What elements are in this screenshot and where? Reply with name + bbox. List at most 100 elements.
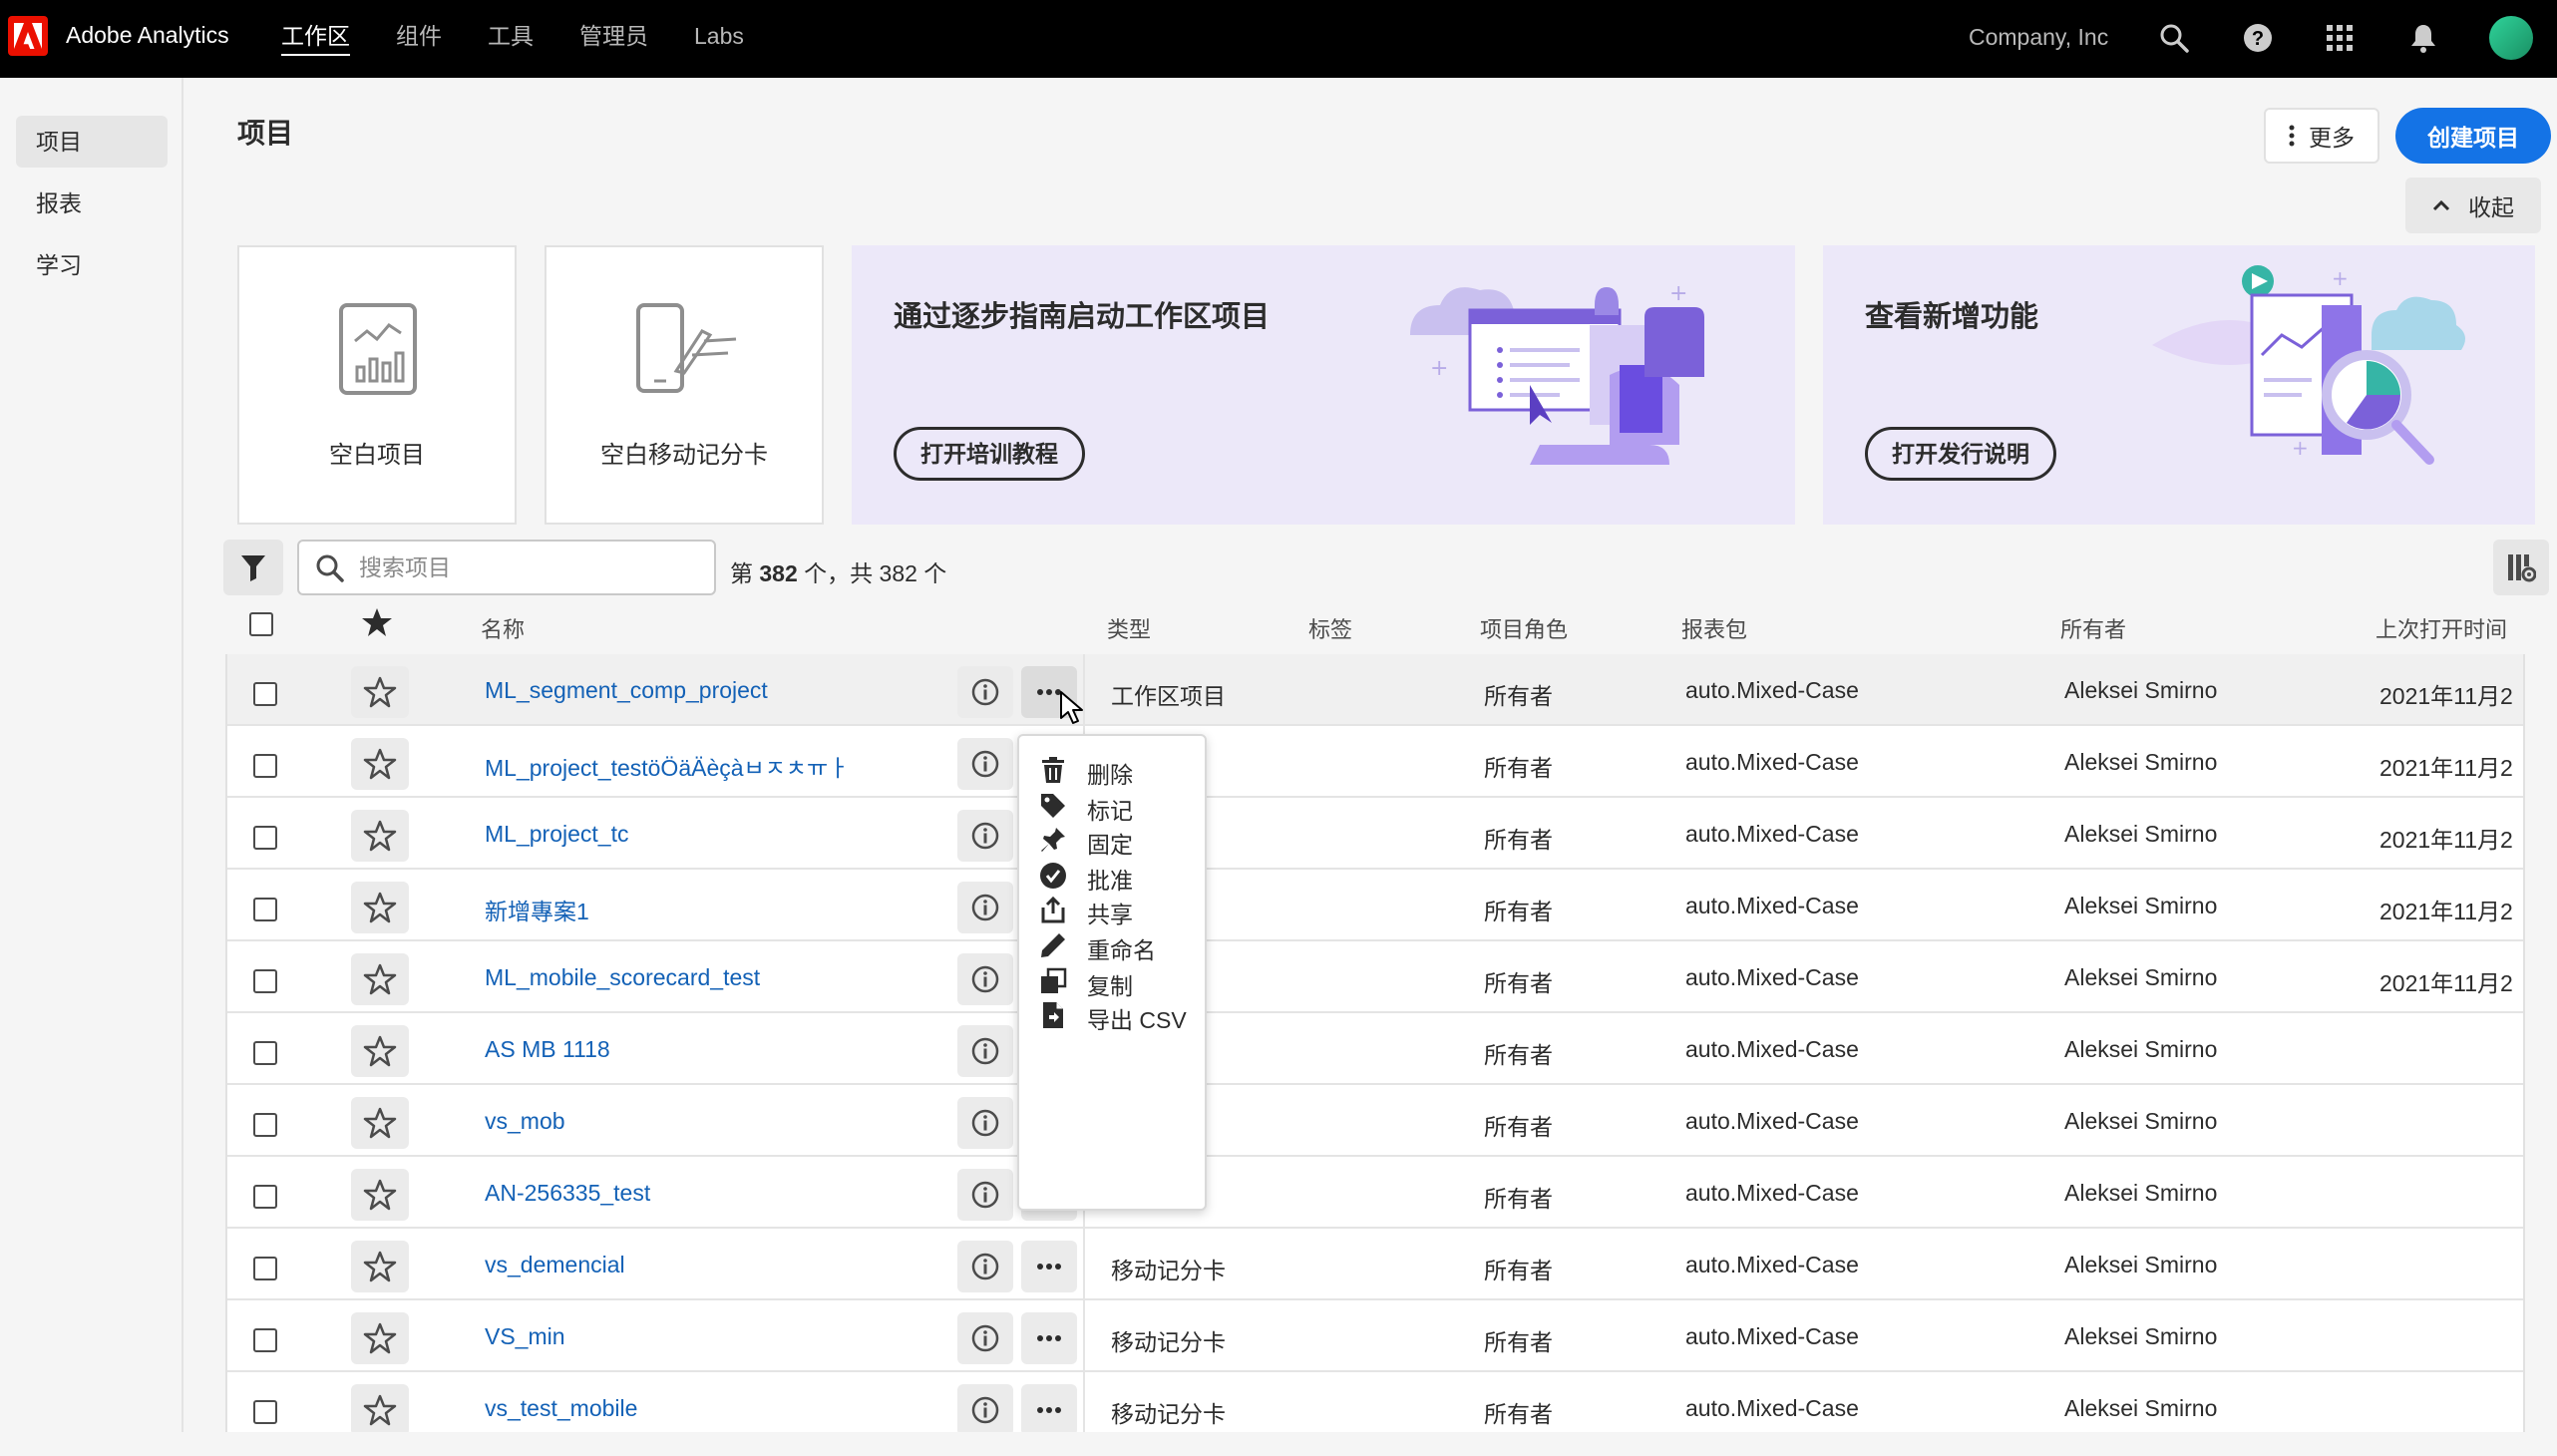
project-name-link[interactable]: vs_demencial	[485, 1252, 625, 1278]
favorite-button[interactable]	[351, 1025, 409, 1077]
col-header-report-suite[interactable]: 报表包	[1681, 612, 1747, 644]
favorite-button[interactable]	[351, 882, 409, 933]
project-name-link[interactable]: ML_segment_comp_project	[485, 677, 768, 704]
table-row[interactable]: ML_project_testöÖäÄèçàㅂㅈㅊㅠㅏ 目 所有者 auto.M…	[227, 726, 2523, 798]
table-row[interactable]: ML_segment_comp_project 工作区项目 所有者 auto.M…	[227, 654, 2523, 726]
select-all-checkbox[interactable]	[249, 612, 273, 636]
row-checkbox[interactable]	[253, 1185, 277, 1209]
row-checkbox[interactable]	[253, 1400, 277, 1424]
adobe-logo-icon[interactable]	[8, 16, 48, 56]
nav-labs[interactable]: Labs	[694, 0, 744, 78]
row-actions-button[interactable]	[1021, 1241, 1077, 1292]
blank-project-card[interactable]: 空白项目	[237, 245, 517, 525]
open-tutorial-button[interactable]: 打开培训教程	[894, 427, 1085, 481]
nav-workspace[interactable]: 工作区	[281, 0, 350, 78]
favorite-button[interactable]	[351, 810, 409, 862]
user-avatar[interactable]	[2489, 16, 2533, 60]
role-cell: 所有者	[1484, 683, 1553, 709]
star-outline-icon	[363, 1107, 397, 1139]
favorite-button[interactable]	[351, 1097, 409, 1149]
project-name-link[interactable]: ML_mobile_scorecard_test	[485, 964, 760, 991]
row-checkbox[interactable]	[253, 826, 277, 850]
favorite-button[interactable]	[351, 1169, 409, 1221]
info-button[interactable]	[957, 882, 1013, 933]
row-checkbox[interactable]	[253, 1257, 277, 1280]
row-actions-button[interactable]	[1021, 1384, 1077, 1432]
col-header-role[interactable]: 项目角色	[1480, 612, 1568, 644]
favorite-button[interactable]	[351, 953, 409, 1005]
info-button[interactable]	[957, 738, 1013, 790]
column-settings-button[interactable]	[2493, 540, 2549, 595]
info-button[interactable]	[957, 953, 1013, 1005]
company-switcher[interactable]: Company, Inc	[1969, 24, 2108, 51]
sidebar-item-reports[interactable]: 报表	[16, 178, 168, 229]
open-release-notes-button[interactable]: 打开发行说明	[1865, 427, 2056, 481]
sidebar-item-projects[interactable]: 项目	[16, 116, 168, 168]
filter-button[interactable]	[223, 540, 283, 595]
nav-components[interactable]: 组件	[396, 0, 442, 78]
favorite-button[interactable]	[351, 666, 409, 718]
table-row[interactable]: AN-256335_test 卡 所有者 auto.Mixed-Case Ale…	[227, 1157, 2523, 1229]
info-button[interactable]	[957, 1097, 1013, 1149]
info-button[interactable]	[957, 1025, 1013, 1077]
favorite-button[interactable]	[351, 1241, 409, 1292]
project-name-link[interactable]: vs_test_mobile	[485, 1395, 637, 1422]
info-button[interactable]	[957, 810, 1013, 862]
row-checkbox[interactable]	[253, 682, 277, 706]
row-checkbox[interactable]	[253, 754, 277, 778]
blank-project-icon	[339, 303, 417, 395]
row-checkbox[interactable]	[253, 1113, 277, 1137]
owner-cell: Aleksei Smirno	[2064, 964, 2218, 990]
project-name-link[interactable]: ML_project_testöÖäÄèçàㅂㅈㅊㅠㅏ	[485, 749, 849, 783]
table-row[interactable]: vs_test_mobile 移动记分卡 所有者 auto.Mixed-Case…	[227, 1372, 2523, 1432]
table-row[interactable]: 新增專案1 目 所有者 auto.Mixed-Case Aleksei Smir…	[227, 870, 2523, 941]
info-button[interactable]	[957, 1384, 1013, 1432]
col-header-tags[interactable]: 标签	[1308, 612, 1352, 644]
table-row[interactable]: VS_min 移动记分卡 所有者 auto.Mixed-Case Aleksei…	[227, 1300, 2523, 1372]
nav-admin[interactable]: 管理员	[579, 0, 648, 78]
info-button[interactable]	[957, 1169, 1013, 1221]
menu-item-export-file[interactable]: 导出 CSV	[1019, 987, 1205, 1043]
collapse-button[interactable]: 收起	[2405, 178, 2541, 233]
row-actions-button[interactable]	[1021, 1312, 1077, 1364]
search-icon[interactable]	[2154, 18, 2194, 58]
sidebar-item-learn[interactable]: 学习	[16, 239, 168, 291]
row-checkbox[interactable]	[253, 1328, 277, 1352]
info-button[interactable]	[957, 1241, 1013, 1292]
apps-grid-icon[interactable]	[2320, 18, 2360, 58]
favorite-column-star-icon[interactable]	[361, 606, 393, 638]
info-button[interactable]	[957, 1312, 1013, 1364]
app-name[interactable]: Adobe Analytics	[66, 22, 229, 49]
table-row[interactable]: ML_project_tc 目 所有者 auto.Mixed-Case Alek…	[227, 798, 2523, 870]
star-outline-icon	[363, 963, 397, 995]
search-field[interactable]	[297, 540, 716, 595]
row-checkbox[interactable]	[253, 969, 277, 993]
col-header-type[interactable]: 类型	[1107, 612, 1151, 644]
favorite-button[interactable]	[351, 1312, 409, 1364]
project-name-link[interactable]: ML_project_tc	[485, 821, 628, 848]
favorite-button[interactable]	[351, 738, 409, 790]
blank-mobile-scorecard-card[interactable]: 空白移动记分卡	[545, 245, 824, 525]
table-row[interactable]: AS MB 1118 卡 所有者 auto.Mixed-Case Aleksei…	[227, 1013, 2523, 1085]
create-project-button[interactable]: 创建项目	[2395, 108, 2551, 164]
table-row[interactable]: ML_mobile_scorecard_test 卡 所有者 auto.Mixe…	[227, 941, 2523, 1013]
table-row[interactable]: vs_demencial 移动记分卡 所有者 auto.Mixed-Case A…	[227, 1229, 2523, 1300]
nav-tools[interactable]: 工具	[488, 0, 534, 78]
row-checkbox[interactable]	[253, 898, 277, 921]
row-checkbox[interactable]	[253, 1041, 277, 1065]
info-button[interactable]	[957, 666, 1013, 718]
table-row[interactable]: vs_mob 卡 所有者 auto.Mixed-Case Aleksei Smi…	[227, 1085, 2523, 1157]
col-header-last-opened[interactable]: 上次打开时间	[2375, 612, 2507, 644]
project-name-link[interactable]: AN-256335_test	[485, 1180, 650, 1207]
col-header-owner[interactable]: 所有者	[2060, 612, 2126, 644]
project-name-link[interactable]: 新增專案1	[485, 893, 589, 926]
project-name-link[interactable]: VS_min	[485, 1323, 565, 1350]
help-icon[interactable]: ?	[2238, 18, 2278, 58]
search-input[interactable]	[359, 549, 698, 585]
project-name-link[interactable]: vs_mob	[485, 1108, 565, 1135]
more-button[interactable]: 更多	[2264, 108, 2379, 164]
project-name-link[interactable]: AS MB 1118	[485, 1036, 610, 1063]
favorite-button[interactable]	[351, 1384, 409, 1432]
col-header-name[interactable]: 名称	[481, 612, 525, 644]
notifications-bell-icon[interactable]	[2403, 18, 2443, 58]
